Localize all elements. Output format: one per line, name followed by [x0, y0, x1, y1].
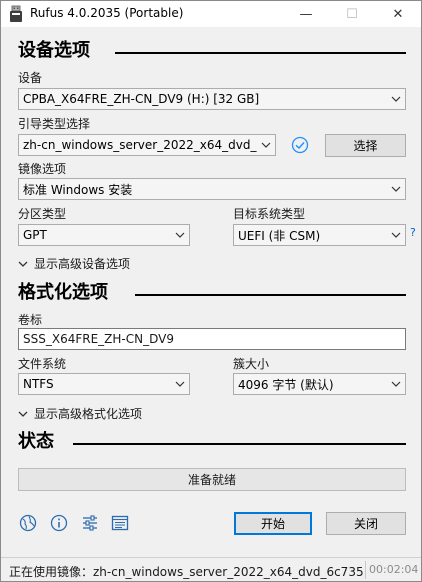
- close-window-button[interactable]: ✕: [375, 1, 421, 27]
- status-separator: [365, 561, 366, 579]
- section-divider: [135, 294, 406, 296]
- usb-drive-icon: [10, 5, 22, 22]
- boot-selection-label: 引导类型选择: [18, 117, 91, 131]
- chevron-down-icon: [171, 374, 189, 394]
- device-select-value: CPBA_X64FRE_ZH-CN_DV9 (H:) [32 GB]: [23, 92, 260, 106]
- device-section-title: 设备选项: [18, 40, 90, 61]
- select-image-button[interactable]: 选择: [325, 134, 406, 157]
- section-divider: [73, 443, 406, 445]
- file-system-label: 文件系统: [18, 357, 67, 371]
- elapsed-time: 00:02:04: [369, 563, 419, 576]
- log-icon[interactable]: [111, 514, 129, 532]
- boot-selection-select[interactable]: zh-cn_windows_server_2022_x64_dvd_6c7350: [18, 134, 276, 156]
- chevron-down-icon: [387, 89, 405, 109]
- file-system-value: NTFS: [23, 377, 54, 391]
- advanced-format-toggle[interactable]: 显示高级格式化选项: [18, 405, 142, 422]
- advanced-device-toggle[interactable]: 显示高级设备选项: [18, 255, 130, 272]
- minimize-button[interactable]: —: [283, 1, 329, 27]
- target-system-select[interactable]: UEFI (非 CSM): [233, 224, 406, 246]
- progress-bar: 准备就绪: [18, 468, 406, 491]
- status-bar: 正在使用镜像：zh-cn_windows_server_2022_x64_dvd…: [1, 557, 421, 581]
- maximize-button[interactable]: ☐: [329, 1, 375, 27]
- info-icon[interactable]: [50, 514, 68, 532]
- target-system-value: UEFI (非 CSM): [238, 228, 321, 243]
- status-text: 正在使用镜像：zh-cn_windows_server_2022_x64_dvd…: [9, 565, 364, 579]
- rufus-window: Rufus 4.0.2035 (Portable) — ☐ ✕ 设备选项 设备 …: [0, 0, 422, 582]
- partition-scheme-value: GPT: [23, 228, 47, 242]
- window-title: Rufus 4.0.2035 (Portable): [30, 6, 184, 20]
- chevron-down-icon: [171, 225, 189, 245]
- target-system-label: 目标系统类型: [233, 207, 306, 221]
- chevron-down-icon: [18, 261, 28, 267]
- check-icon[interactable]: [291, 136, 309, 154]
- image-option-value: 标准 Windows 安装: [23, 182, 133, 197]
- cluster-size-value: 4096 字节 (默认): [238, 377, 334, 392]
- status-section-title: 状态: [18, 431, 54, 452]
- file-system-select[interactable]: NTFS: [18, 373, 190, 395]
- progress-text: 准备就绪: [187, 473, 236, 487]
- volume-label-label: 卷标: [18, 313, 43, 327]
- globe-icon[interactable]: [19, 514, 37, 532]
- partition-scheme-select[interactable]: GPT: [18, 224, 190, 246]
- chevron-down-icon: [387, 374, 405, 394]
- image-option-select[interactable]: 标准 Windows 安装: [18, 178, 406, 200]
- advanced-format-toggle-label: 显示高级格式化选项: [34, 407, 143, 421]
- chevron-down-icon: [387, 225, 405, 245]
- chevron-down-icon: [257, 135, 275, 155]
- boot-selection-value: zh-cn_windows_server_2022_x64_dvd_6c7350: [23, 138, 257, 152]
- device-select[interactable]: CPBA_X64FRE_ZH-CN_DV9 (H:) [32 GB]: [18, 88, 406, 110]
- chevron-down-icon: [387, 179, 405, 199]
- start-button[interactable]: 开始: [234, 512, 312, 535]
- partition-scheme-label: 分区类型: [18, 207, 67, 221]
- cluster-size-label: 簇大小: [233, 357, 270, 371]
- help-link[interactable]: ?: [410, 226, 416, 239]
- title-bar: Rufus 4.0.2035 (Portable) — ☐ ✕: [1, 1, 421, 27]
- cluster-size-select[interactable]: 4096 字节 (默认): [233, 373, 406, 395]
- device-label: 设备: [18, 71, 43, 85]
- advanced-device-toggle-label: 显示高级设备选项: [34, 257, 131, 271]
- section-divider: [115, 52, 406, 54]
- close-button[interactable]: 关闭: [326, 512, 406, 535]
- settings-icon[interactable]: [81, 514, 99, 532]
- volume-label-input[interactable]: SSS_X64FRE_ZH-CN_DV9: [18, 328, 406, 350]
- format-section-title: 格式化选项: [18, 282, 108, 303]
- image-option-label: 镜像选项: [18, 162, 67, 176]
- chevron-down-icon: [18, 411, 28, 417]
